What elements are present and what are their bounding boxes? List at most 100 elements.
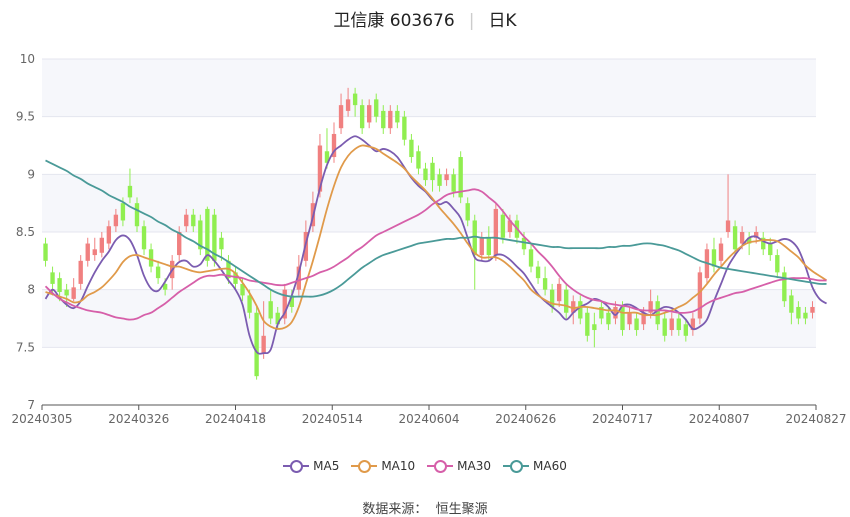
candle-body: [683, 324, 689, 336]
candle-body: [634, 318, 639, 331]
x-tick-label: 20240418: [205, 412, 266, 426]
legend-item-ma10[interactable]: MA10: [351, 459, 415, 473]
candle-body: [796, 306, 801, 319]
legend-marker-icon: [503, 459, 530, 473]
candle-body: [606, 312, 611, 325]
y-axis: 7 7.5 8 8.5 9 9.5 10: [16, 52, 35, 412]
legend-label: MA60: [533, 459, 567, 473]
candle-body: [437, 174, 442, 186]
candle-body: [99, 237, 104, 253]
x-tick-label: 20240717: [592, 412, 653, 426]
candle-body: [345, 99, 351, 111]
source-name: 恒生聚源: [435, 502, 488, 517]
plot-band: [42, 174, 816, 232]
candle-body: [500, 214, 506, 238]
data-source: 数据来源： 恒生聚源: [0, 498, 850, 517]
candle-body: [141, 226, 147, 250]
legend-marker-icon: [283, 459, 310, 473]
legend-item-ma5[interactable]: MA5: [283, 459, 339, 473]
candle-body: [261, 335, 266, 354]
plot-band: [42, 59, 816, 117]
candle-body: [106, 226, 112, 244]
legend-item-ma30[interactable]: MA30: [427, 459, 491, 473]
candle-body: [402, 116, 407, 140]
x-tick-label: 20240305: [11, 412, 72, 426]
x-tick-label: 20240807: [689, 412, 750, 426]
candle-body: [768, 243, 773, 256]
candle-body: [465, 203, 470, 221]
candle-body: [155, 266, 161, 279]
legend: MA5 MA10 MA30 MA60: [0, 459, 850, 476]
candle-body: [676, 318, 681, 331]
candle-body: [177, 232, 182, 256]
y-tick-label: 8.5: [16, 225, 35, 239]
candle-body: [620, 306, 625, 331]
candle-body: [564, 289, 569, 313]
x-tick-label: 20240514: [302, 412, 363, 426]
candle-body: [662, 318, 667, 336]
candle-body: [247, 295, 252, 313]
candle-body: [409, 139, 414, 158]
candle-body: [718, 243, 724, 261]
y-tick-label: 10: [20, 52, 35, 66]
y-tick-label: 9: [27, 167, 35, 181]
candle-body: [803, 312, 808, 319]
candle-body: [134, 203, 140, 227]
candle-body: [493, 208, 499, 256]
candle-body: [451, 174, 456, 192]
candle-body: [57, 278, 62, 292]
candle-body: [789, 295, 794, 313]
x-tick-label: 20240626: [495, 412, 556, 426]
legend-label: MA30: [457, 459, 492, 473]
candle-body: [43, 243, 48, 261]
candle-body: [184, 214, 189, 227]
candle-body: [388, 110, 393, 129]
candle-body: [374, 99, 379, 117]
y-tick-label: 9.5: [16, 110, 35, 124]
candle-body: [381, 110, 386, 129]
x-tick-label: 20240827: [785, 412, 846, 426]
candle-body: [92, 249, 97, 256]
candle-body: [120, 203, 126, 221]
plot-band: [42, 116, 816, 175]
candle-body: [542, 278, 548, 290]
candle-body: [697, 272, 703, 319]
candle-body: [479, 237, 484, 256]
candle-body: [268, 301, 273, 319]
candle-body: [578, 301, 583, 319]
candle-body: [85, 243, 90, 261]
candle-body: [669, 318, 674, 331]
y-tick-label: 7: [27, 398, 35, 412]
candle-body: [395, 110, 400, 123]
candle-body: [254, 312, 259, 377]
candle-body: [191, 214, 196, 227]
candle-body: [359, 105, 365, 129]
candle-body: [592, 324, 597, 331]
candle-body: [50, 272, 55, 284]
legend-item-ma60[interactable]: MA60: [503, 459, 567, 473]
candle-body: [535, 266, 541, 279]
kline-chart: 7 7.5 8 8.5 9 9.5 10 20240305 20240326 20240418 2…: [11, 52, 846, 426]
candle-body: [782, 272, 787, 302]
candle-body: [148, 249, 154, 267]
candle-body: [627, 312, 632, 325]
x-tick-label: 20240326: [108, 412, 169, 426]
y-tick-label: 8: [27, 283, 35, 297]
candle-body: [732, 226, 738, 250]
legend-label: MA5: [313, 459, 340, 473]
candle-body: [556, 283, 562, 302]
candle-body: [810, 306, 815, 313]
candle-body: [430, 162, 435, 181]
candle-body: [367, 105, 372, 123]
y-tick-label: 7.5: [16, 340, 35, 354]
candle-body: [127, 185, 133, 198]
candle-body: [205, 208, 210, 261]
candle-body: [775, 255, 780, 273]
candle-body: [486, 237, 491, 256]
candle-body: [725, 220, 731, 232]
source-label: 数据来源：: [362, 502, 428, 517]
candle-body: [585, 312, 590, 336]
legend-marker-icon: [351, 459, 378, 473]
plot-band: [42, 347, 816, 405]
candle-body: [338, 105, 344, 129]
